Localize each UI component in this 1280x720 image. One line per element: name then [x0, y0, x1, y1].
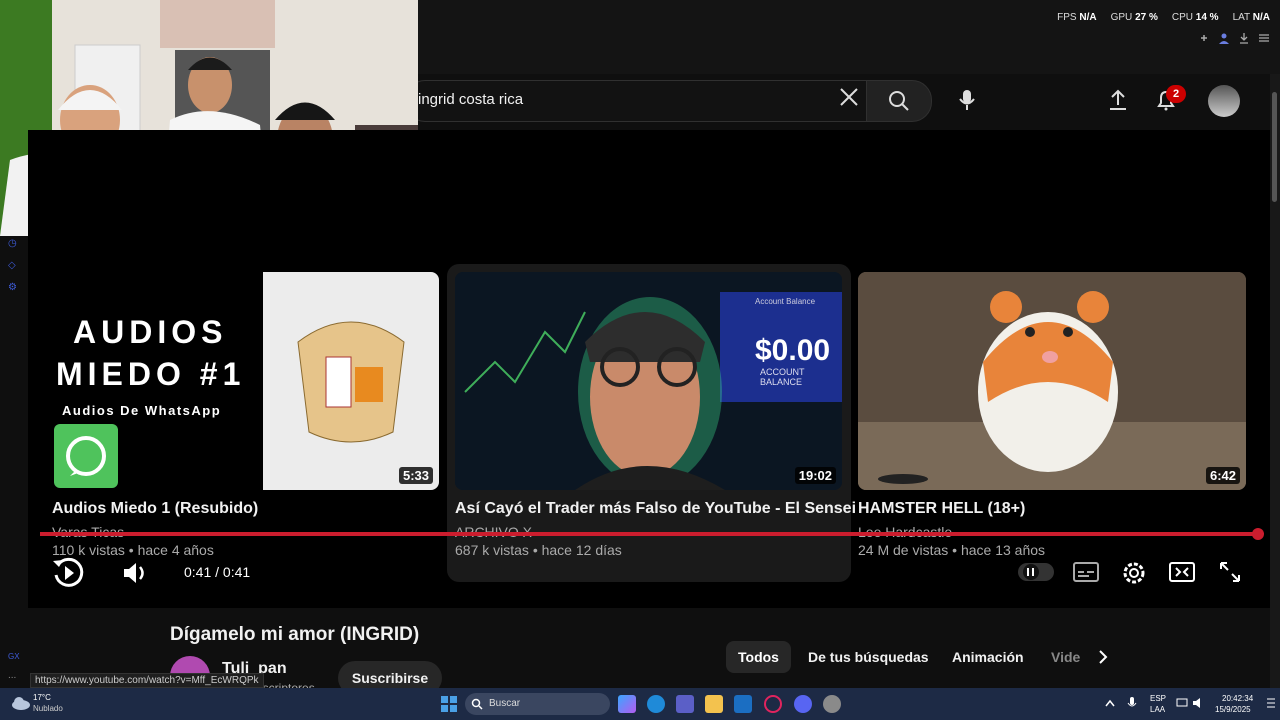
chip-from-searches[interactable]: De tus búsquedas [796, 641, 941, 673]
windows-taskbar [0, 688, 1280, 720]
lat-stat: LAT N/A [1232, 12, 1270, 23]
search-icon [889, 91, 909, 111]
network-icon[interactable] [1176, 697, 1188, 709]
thumbnail-audios-miedo[interactable]: AUDIOS MIEDO #1 Audios De WhatsApp 5:33 [28, 272, 439, 490]
search-button[interactable] [866, 80, 932, 122]
thumb-caption: ACCOUNT BALANCE [760, 367, 805, 387]
gpu-stat: GPU 27 % [1110, 12, 1158, 23]
crest-image [263, 272, 439, 490]
thumb-text-3: Audios De WhatsApp [62, 403, 222, 418]
pin-icon[interactable] [1198, 32, 1210, 44]
duration-badge: 19:02 [794, 467, 836, 484]
taskbar-search-input[interactable]: Buscar [465, 693, 610, 715]
volume-icon[interactable] [120, 558, 150, 588]
cpu-stat: CPU 14 % [1171, 12, 1219, 23]
fullscreen-icon[interactable] [1218, 560, 1242, 584]
video-meta: 687 k vistas • hace 12 días [455, 542, 622, 558]
chip-animation[interactable]: Animación [940, 641, 1036, 673]
duration-badge: 5:33 [398, 467, 433, 484]
performance-stats: FPS N/A GPU 27 % CPU 14 % LAT N/A [1057, 12, 1270, 23]
settings-icon[interactable]: ⚙ [8, 282, 20, 294]
video-title[interactable]: Audios Miedo 1 (Resubido) [52, 500, 258, 518]
video-page-title: Dígamelo mi amor (INGRID) [170, 624, 420, 645]
weather-desc: Nublado [33, 704, 63, 713]
chevron-up-icon[interactable] [1104, 698, 1116, 708]
scrollbar-thumb[interactable] [1272, 92, 1277, 202]
time-display: 0:41 / 0:41 [184, 564, 251, 580]
whatsapp-icon [54, 424, 118, 488]
windows-start-icon[interactable] [440, 695, 458, 713]
opera-gx-icon[interactable] [764, 695, 782, 713]
replay-icon[interactable] [50, 555, 86, 591]
thumb-text-2: MIEDO #1 [56, 356, 246, 392]
copilot-icon[interactable] [618, 695, 636, 713]
chip-all[interactable]: Todos [726, 641, 791, 673]
user-icon[interactable] [1218, 32, 1230, 44]
duration-badge: 6:42 [1205, 467, 1240, 484]
progress-scrubber[interactable] [1252, 528, 1264, 540]
edge-icon[interactable] [647, 695, 665, 713]
search-query[interactable]: ingrid costa rica [418, 91, 523, 108]
thumb-text-1: AUDIOS [73, 314, 228, 350]
video-meta: 24 M de vistas • hace 13 años [858, 542, 1046, 558]
language-indicator[interactable]: ESP [1150, 694, 1166, 703]
settings-gear-icon[interactable] [1120, 559, 1148, 587]
microphone-icon[interactable] [955, 88, 979, 112]
thumb-price: $0.00 [755, 334, 831, 367]
keyboard-layout[interactable]: LAA [1150, 705, 1165, 714]
subtitles-icon[interactable] [1072, 560, 1100, 584]
file-explorer-icon[interactable] [705, 695, 723, 713]
avatar[interactable] [1208, 85, 1240, 117]
download-icon[interactable] [1238, 32, 1250, 44]
clock-time[interactable]: 20:42:34 [1222, 694, 1253, 703]
fps-stat: FPS N/A [1057, 12, 1097, 23]
notification-center-icon[interactable] [1266, 697, 1276, 709]
more-label: ... [8, 670, 17, 681]
thumbnail-hamster[interactable]: 6:42 [858, 272, 1246, 490]
notification-badge: 2 [1166, 85, 1186, 103]
chevron-right-icon[interactable] [1094, 648, 1112, 666]
progress-bar[interactable] [40, 532, 1258, 536]
chat-icon[interactable]: ◇ [8, 260, 20, 272]
autoplay-toggle[interactable] [1018, 563, 1054, 581]
speaker-icon[interactable] [1192, 697, 1204, 709]
chip-video[interactable]: Vide [1039, 641, 1091, 673]
teams-icon[interactable] [676, 695, 694, 713]
overlay-icons [1198, 32, 1270, 44]
weather-temp[interactable]: 17°C [33, 693, 51, 702]
cloud-icon [12, 697, 30, 710]
history-icon[interactable]: ◷ [8, 238, 20, 250]
mic-tray-icon[interactable] [1126, 696, 1138, 710]
upload-icon[interactable] [1106, 88, 1130, 112]
taskbar-search-placeholder: Buscar [489, 698, 521, 709]
menu-icon[interactable] [1258, 32, 1270, 44]
gx-label: GX [8, 652, 20, 661]
discord-icon[interactable] [794, 695, 812, 713]
app-icon[interactable] [823, 695, 841, 713]
clock-date[interactable]: 15/9/2025 [1215, 705, 1251, 714]
thumb-header: Account Balance [755, 297, 816, 306]
video-title[interactable]: HAMSTER HELL (18+) [858, 500, 1025, 518]
link-url-tooltip: https://www.youtube.com/watch?v=Mff_EcWR… [30, 673, 264, 688]
thumbnail-trader[interactable]: Account Balance $0.00 ACCOUNT BALANCE 19… [455, 272, 842, 490]
video-title[interactable]: Así Cayó el Trader más Falso de YouTube … [455, 500, 856, 518]
search-icon [471, 698, 483, 710]
outlook-icon[interactable] [734, 695, 752, 713]
clear-search-icon[interactable] [838, 86, 860, 112]
theater-mode-icon[interactable] [1168, 560, 1196, 584]
